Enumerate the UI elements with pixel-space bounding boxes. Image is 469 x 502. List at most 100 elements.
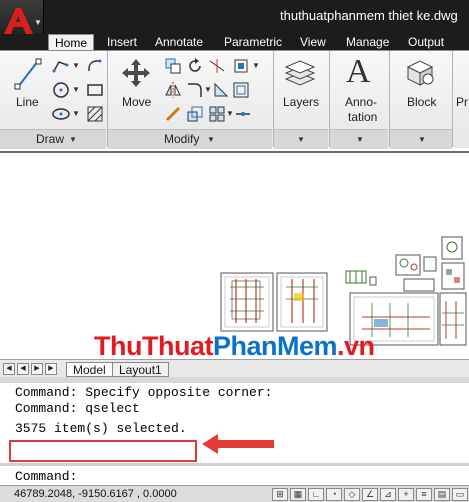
tab-view[interactable]: View	[300, 34, 326, 50]
move-tool-icon[interactable]	[120, 57, 152, 89]
panel-divider	[389, 51, 390, 147]
chevron-down-icon[interactable]: ▼	[72, 109, 80, 118]
chevron-down-icon[interactable]: ▼	[297, 135, 305, 144]
command-divider	[0, 463, 469, 466]
watermark-part-2: PhanMem	[212, 331, 338, 361]
layout-tab-bar: ◀ ◀ ▶ ▶ Model Layout1	[0, 359, 469, 377]
block-label: Block	[407, 95, 437, 109]
tab-model[interactable]: Model	[66, 362, 113, 377]
draw-panel-title[interactable]: Draw	[36, 131, 64, 147]
selection-cycling-icon[interactable]: ▭	[452, 488, 468, 501]
explode-tool-icon[interactable]	[212, 81, 230, 99]
annotation-label-line2: tation	[348, 110, 378, 124]
tab-layout1[interactable]: Layout1	[112, 362, 169, 377]
watermark: ThuThuatPhanMem.vn	[94, 331, 375, 362]
chevron-down-icon[interactable]: ▼	[204, 85, 212, 94]
object-snap-tracking-icon[interactable]: ∠	[362, 488, 378, 501]
object-snap-icon[interactable]: ◇	[344, 488, 360, 501]
rectangle-tool-icon[interactable]	[86, 81, 104, 99]
chevron-down-icon[interactable]: ▼	[207, 135, 215, 144]
chevron-down-icon[interactable]: ▼	[72, 61, 80, 70]
panel-divider	[107, 51, 108, 147]
modify-panel-title[interactable]: Modify	[164, 131, 199, 147]
copy-tool-icon[interactable]	[164, 57, 182, 75]
command-history-line: Command: Specify opposite corner:	[15, 385, 273, 400]
join-tool-icon[interactable]	[234, 105, 252, 123]
array-tool-icon[interactable]	[208, 105, 226, 123]
chevron-down-icon[interactable]: ▼	[226, 109, 234, 118]
drawing-canvas[interactable]: ThuThuatPhanMem.vn	[0, 151, 469, 362]
autocad-logo-icon	[4, 8, 33, 34]
tab-home[interactable]: Home	[48, 34, 95, 51]
layers-icon[interactable]	[284, 57, 316, 89]
next-layout-icon[interactable]: ▶	[31, 363, 43, 375]
dynamic-input-icon[interactable]: +	[398, 488, 414, 501]
drawing-sheet	[276, 272, 328, 332]
line-tool-icon[interactable]	[14, 57, 42, 91]
watermark-part-1: ThuThuat	[94, 331, 213, 361]
chevron-down-icon[interactable]: ▼	[356, 135, 364, 144]
watermark-part-3: .vn	[337, 331, 375, 361]
ellipse-tool-icon[interactable]	[52, 105, 70, 123]
panel-divider	[452, 51, 453, 147]
previous-layout-icon[interactable]: ◀	[17, 363, 29, 375]
command-prompt[interactable]: Command:	[15, 469, 77, 484]
move-label: Move	[122, 95, 152, 109]
block-icon[interactable]	[404, 57, 436, 89]
layers-label: Layers	[283, 95, 320, 109]
line-label: Line	[16, 95, 39, 109]
selection-highlight-box	[9, 440, 197, 462]
scale-tool-icon[interactable]	[186, 105, 204, 123]
drawing-details	[395, 236, 465, 292]
properties-panel-label[interactable]: Pr	[456, 95, 468, 109]
arc-tool-icon[interactable]	[86, 57, 104, 75]
selection-result: 3575 item(s) selected.	[15, 421, 187, 436]
red-arrow-icon	[202, 434, 274, 454]
drawing-sheet	[439, 292, 467, 346]
command-window: Command: Specify opposite corner: Comman…	[0, 377, 469, 485]
drawing-small-parts	[345, 270, 377, 286]
chevron-down-icon: ▼	[34, 18, 42, 27]
drawing-sheet	[220, 272, 274, 332]
window-title: thuthuatphanmem thiet ke.dwg	[280, 8, 458, 23]
chevron-down-icon[interactable]: ▼	[418, 135, 426, 144]
annotation-label-line1: Anno-	[345, 95, 378, 109]
ribbon-home: Line ▼ ▼ ▼ Draw ▼ Move ▼ ▼ ▼ Modify ▼ La…	[0, 50, 469, 149]
trim-tool-icon[interactable]	[208, 57, 226, 75]
tab-annotate[interactable]: Annotate	[155, 34, 203, 50]
circle-tool-icon[interactable]	[52, 81, 70, 99]
ortho-mode-icon[interactable]: ∟	[308, 488, 324, 501]
panel-divider	[273, 51, 274, 147]
tab-insert[interactable]: Insert	[107, 34, 137, 50]
chevron-down-icon[interactable]: ▼	[252, 61, 260, 70]
stretch-tool-icon[interactable]	[164, 105, 182, 123]
title-bar: thuthuatphanmem thiet ke.dwg	[0, 0, 469, 34]
first-layout-icon[interactable]: ◀	[3, 363, 15, 375]
status-bar: 46789.2048, -9150.6167 , 0.0000 ⊞ ▦ ∟ ◔ …	[0, 485, 469, 502]
offset-tool-icon[interactable]	[232, 81, 250, 99]
polyline-tool-icon[interactable]	[52, 57, 70, 75]
rotate-tool-icon[interactable]	[186, 57, 204, 75]
hatch-tool-icon[interactable]	[86, 105, 104, 123]
annotation-icon[interactable]: A	[346, 53, 371, 91]
snap-mode-icon[interactable]: ⊞	[272, 488, 288, 501]
polar-tracking-icon[interactable]: ◔	[326, 488, 342, 501]
quick-properties-icon[interactable]: ▤	[434, 488, 450, 501]
fillet-tool-icon[interactable]	[186, 81, 204, 99]
grid-display-icon[interactable]: ▦	[290, 488, 306, 501]
dynamic-ucs-icon[interactable]: ⊿	[380, 488, 396, 501]
panel-divider	[329, 51, 330, 147]
ribbon-tab-bar: Home Insert Annotate Parametric View Man…	[0, 34, 469, 51]
erase-tool-icon[interactable]	[232, 57, 250, 75]
tab-manage[interactable]: Manage	[346, 34, 389, 50]
drawing-content	[220, 236, 467, 346]
mirror-tool-icon[interactable]	[164, 81, 182, 99]
chevron-down-icon[interactable]: ▼	[69, 135, 77, 144]
tab-parametric[interactable]: Parametric	[224, 34, 282, 50]
tab-output[interactable]: Output	[408, 34, 444, 50]
command-history-line: Command: qselect	[15, 401, 140, 416]
last-layout-icon[interactable]: ▶	[45, 363, 57, 375]
coordinate-readout: 46789.2048, -9150.6167 , 0.0000	[14, 488, 177, 500]
lineweight-icon[interactable]: ≡	[416, 488, 432, 501]
chevron-down-icon[interactable]: ▼	[72, 85, 80, 94]
